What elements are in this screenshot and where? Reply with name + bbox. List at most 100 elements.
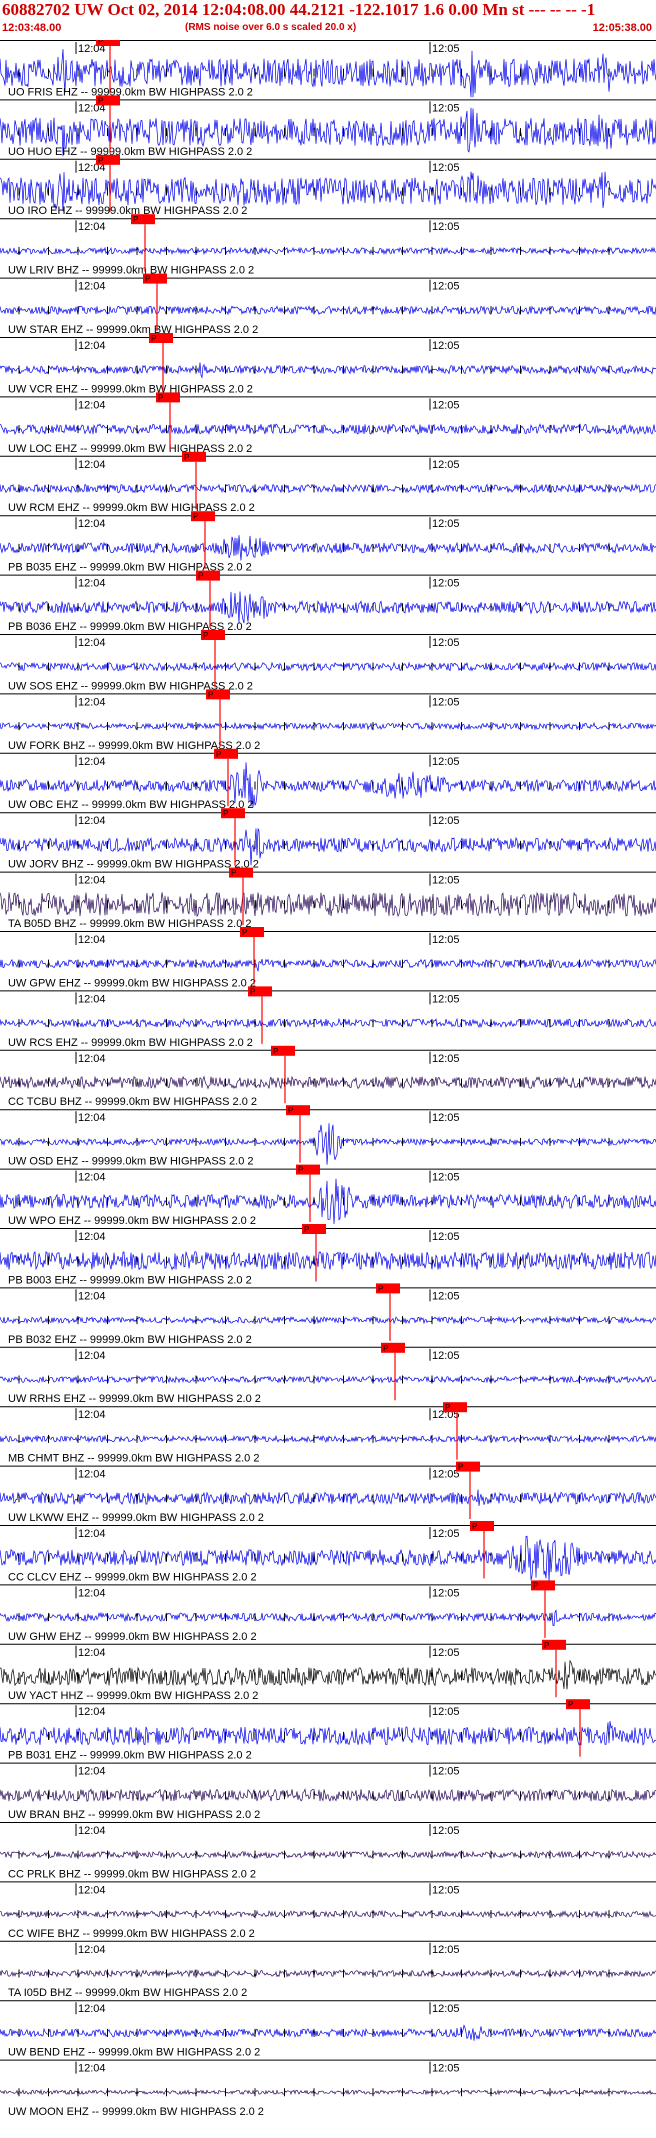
time-mark-label: 12:04 <box>78 756 106 768</box>
time-mark-label: 12:05 <box>432 399 460 411</box>
time-mark-label: 12:05 <box>432 1053 460 1065</box>
time-mark-label: 12:05 <box>432 934 460 946</box>
waveform <box>0 958 656 972</box>
waveform <box>0 535 656 561</box>
station-label: UW LKWW EHZ -- 99999.0km BW HIGHPASS 2.0… <box>8 1512 264 1524</box>
station-label: UW LOC EHZ -- 99999.0km BW HIGHPASS 2.0 … <box>8 443 252 455</box>
station-label: UW JORV BHZ -- 99999.0km BW HIGHPASS 2.0… <box>8 859 259 871</box>
waveform <box>0 1787 656 1803</box>
trace-row: 12:04 12:05 UW LKWW EHZ -- 99999.0km BW HI… <box>0 1461 656 1524</box>
time-mark-label: 12:05 <box>432 696 460 708</box>
waveform <box>0 305 656 316</box>
waveform <box>0 1720 656 1746</box>
waveform <box>0 1250 656 1271</box>
time-mark-label: 12:05 <box>432 162 460 174</box>
pick-label: P <box>231 869 236 878</box>
pick-label: P <box>298 1166 303 1175</box>
trace-row: 12:04 12:05 UW STAR EHZ -- 99999.0km BW HI… <box>0 273 656 336</box>
pick-label: P <box>378 1284 383 1293</box>
end-time: 12:05:38.00 <box>592 22 652 34</box>
time-mark-label: 12:05 <box>432 1350 460 1362</box>
trace-row: 12:04 12:05UO HUO EHZ -- 99999.0km BW HIG… <box>0 95 656 158</box>
time-mark-label: 12:04 <box>78 578 106 590</box>
station-label: CC TCBU BHZ -- 99999.0km BW HIGHPASS 2.0… <box>8 1096 257 1108</box>
trace-row: 12:04 12:05UO IRO EHZ -- 99999.0km BW HIG… <box>0 154 656 217</box>
time-mark-label: 12:05 <box>432 1706 460 1718</box>
event-title: 60882702 UW Oct 02, 2014 12:04:08.00 44.… <box>2 0 596 19</box>
pick-label: P <box>145 275 150 284</box>
time-mark-label: 12:05 <box>432 1944 460 1956</box>
start-time: 12:03:48.00 <box>2 22 62 34</box>
pick-label: P <box>288 1106 293 1115</box>
trace-row: 12:04 12:05 UW WPO EHZ -- 99999.0km BW HIG… <box>0 1164 656 1227</box>
trace-row: 12:04 12:05 UW JORV BHZ -- 99999.0km BW HI… <box>0 808 656 871</box>
time-mark-label: 12:04 <box>78 696 106 708</box>
pick-label: P <box>216 750 221 759</box>
time-mark-label: 12:04 <box>78 1112 106 1124</box>
waveform <box>0 1969 656 1978</box>
trace-row: 12:04 12:05 CC PRLK BHZ -- 99999.0km BW HI… <box>0 1822 656 1880</box>
waveform <box>0 483 656 494</box>
pick-label: P <box>203 631 208 640</box>
pick-label: P <box>533 1581 538 1590</box>
time-mark-label: 12:05 <box>432 815 460 827</box>
station-label: UW WPO EHZ -- 99999.0km BW HIGHPASS 2.0 … <box>8 1215 256 1227</box>
trace-row: 12:04 12:05 UW LRIV BHZ -- 99999.0km BW HI… <box>0 214 656 277</box>
trace-row: 12:04 12:05 CC CLCV EHZ -- 99999.0km BW HI… <box>0 1521 656 1583</box>
station-label: UW MOON EHZ -- 99999.0km BW HIGHPASS 2.0… <box>8 2106 264 2118</box>
time-mark-label: 12:05 <box>432 459 460 471</box>
time-mark-label: 12:04 <box>78 1469 106 1481</box>
time-mark-label: 12:04 <box>78 1587 106 1599</box>
time-mark-label: 12:04 <box>78 281 106 293</box>
trace-row: 12:04 12:05PB B036 EHZ -- 99999.0km BW HI… <box>0 570 656 633</box>
plot-header: 60882702 UW Oct 02, 2014 12:04:08.00 44.… <box>0 0 656 40</box>
time-mark-label: 12:04 <box>78 875 106 887</box>
time-mark-label: 12:05 <box>432 1647 460 1659</box>
time-mark-label: 12:04 <box>78 1825 106 1837</box>
pick-label: P <box>242 928 247 937</box>
station-label: PB B003 EHZ -- 99999.0km BW HIGHPASS 2.0… <box>8 1274 252 1286</box>
time-mark-label: 12:05 <box>432 993 460 1005</box>
pick-label: P <box>151 334 156 343</box>
time-mark-label: 12:04 <box>78 518 106 530</box>
time-mark-label: 12:05 <box>432 1587 460 1599</box>
station-label: TA I05D BHZ -- 99999.0km BW HIGHPASS 2.0… <box>8 1987 247 1999</box>
pick-label: P <box>458 1463 463 1472</box>
station-label: UO FRIS EHZ -- 99999.0km BW HIGHPASS 2.0… <box>8 86 253 98</box>
time-mark-label: 12:05 <box>432 578 460 590</box>
time-mark-label: 12:05 <box>432 221 460 233</box>
trace-row: 12:04 12:05 TA B05D BHZ -- 99999.0km BW HI… <box>0 867 656 930</box>
station-label: CC CLCV EHZ -- 99999.0km BW HIGHPASS 2.0… <box>8 1571 257 1583</box>
pick-label: P <box>223 809 228 818</box>
pick-label: P <box>250 987 255 996</box>
waveform <box>0 1075 656 1090</box>
time-mark-label: 12:04 <box>78 1231 106 1243</box>
waveform <box>0 661 656 672</box>
station-label: TA B05D BHZ -- 99999.0km BW HIGHPASS 2.0… <box>8 918 252 930</box>
time-mark-label: 12:05 <box>432 1231 460 1243</box>
time-mark-label: 12:04 <box>78 1172 106 1184</box>
trace-row: 12:04 12:05UW FORK BHZ -- 99999.0km BW HI… <box>0 689 656 752</box>
time-mark-label: 12:05 <box>432 43 460 55</box>
time-mark-label: 12:05 <box>432 875 460 887</box>
time-mark-label: 12:05 <box>432 1528 460 1540</box>
station-label: UW BEND EHZ -- 99999.0km BW HIGHPASS 2.0… <box>8 2047 260 2059</box>
scaling-note: (RMS noise over 6.0 s scaled 20.0 x) <box>185 22 357 33</box>
pick-label: P <box>383 1344 388 1353</box>
time-mark-label: 12:04 <box>78 934 106 946</box>
time-mark-label: 12:05 <box>432 281 460 293</box>
pick-label: P <box>98 40 103 46</box>
trace-row: 12:04 12:05 UW RCS EHZ -- 99999.0km BW HIG… <box>0 986 656 1049</box>
trace-row: 12:04 12:05 TA I05D BHZ -- 99999.0km BW HI… <box>0 1940 656 1999</box>
time-mark-label: 12:05 <box>432 518 460 530</box>
time-mark-label: 12:04 <box>78 1409 106 1421</box>
station-label: UO IRO EHZ -- 99999.0km BW HIGHPASS 2.0 … <box>8 205 247 217</box>
pick-label: P <box>158 393 163 402</box>
time-mark-label: 12:04 <box>78 993 106 1005</box>
station-label: PB B031 EHZ -- 99999.0km BW HIGHPASS 2.0… <box>8 1750 252 1762</box>
trace-row: 12:04 12:05 UW OBC EHZ -- 99999.0km BW HIG… <box>0 748 656 811</box>
pick-label: P <box>304 1225 309 1234</box>
station-label: UW GHW EHZ -- 99999.0km BW HIGHPASS 2.0 … <box>8 1631 257 1643</box>
time-mark-label: 12:05 <box>432 2063 460 2075</box>
trace-row: 12:04 12:05 UW LOC EHZ -- 99999.0km BW HIG… <box>0 392 656 455</box>
